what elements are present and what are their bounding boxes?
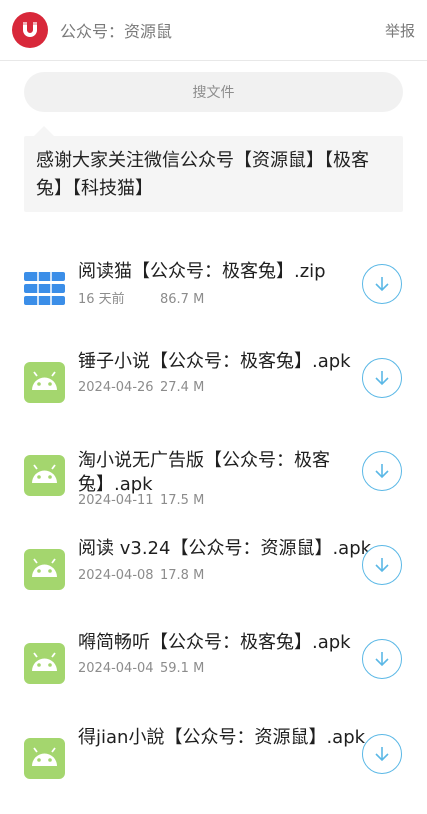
download-arrow-icon xyxy=(375,652,389,667)
file-name[interactable]: 得jian小說【公众号：资源鼠】.apk xyxy=(78,726,378,750)
file-date: 2024-04-04 xyxy=(78,661,154,676)
top-bar: 公众号：资源鼠 举报 xyxy=(0,0,427,61)
download-button[interactable] xyxy=(362,639,402,679)
magnet-logo-icon xyxy=(23,22,37,37)
file-item[interactable]: 淘小说无广告版【公众号：极客兔】.apk 2024-04-11 17.5 M xyxy=(0,449,427,531)
file-size: 86.7 M xyxy=(160,292,205,307)
file-date: 2024-04-08 xyxy=(78,568,154,583)
file-item[interactable]: 阅读猫【公众号：极客兔】.zip 16 天前 86.7 M xyxy=(0,261,427,344)
download-button[interactable] xyxy=(362,451,402,491)
file-name[interactable]: 淘小说无广告版【公众号：极客兔】.apk xyxy=(78,449,360,497)
file-date: 2024-04-11 xyxy=(78,493,154,508)
download-arrow-icon xyxy=(375,747,389,762)
android-icon xyxy=(24,549,65,590)
download-arrow-icon xyxy=(375,371,389,386)
download-arrow-icon xyxy=(375,277,389,292)
download-arrow-icon xyxy=(375,558,389,573)
file-name[interactable]: 阅读猫【公众号：极客兔】.zip xyxy=(78,260,360,284)
file-meta: 2024-04-04 59.1 M xyxy=(78,661,204,676)
download-button[interactable] xyxy=(362,264,402,304)
file-meta: 16 天前 86.7 M xyxy=(78,288,204,307)
file-item[interactable]: 得jian小說【公众号：资源鼠】.apk xyxy=(0,727,427,814)
file-meta: 2024-04-11 17.5 M xyxy=(78,493,204,508)
file-item[interactable]: 嘚简畅听【公众号：极客兔】.apk 2024-04-04 59.1 M xyxy=(0,632,427,719)
file-name[interactable]: 锤子小说【公众号：极客兔】.apk xyxy=(78,350,360,374)
download-button[interactable] xyxy=(362,734,402,774)
notice-message: 感谢大家关注微信公众号【资源鼠】【极客兔】【科技猫】 xyxy=(24,136,403,212)
search-input[interactable]: 搜文件 xyxy=(24,72,403,112)
file-size: 59.1 M xyxy=(160,661,205,676)
file-date: 16 天前 xyxy=(78,292,125,307)
file-date: 2024-04-26 xyxy=(78,380,154,395)
file-meta: 2024-04-08 17.8 M xyxy=(78,568,204,583)
account-name[interactable]: 公众号：资源鼠 xyxy=(60,18,172,42)
report-button[interactable]: 举报 xyxy=(385,20,415,41)
file-item[interactable]: 阅读 v3.24【公众号：资源鼠】.apk 2024-04-08 17.8 M xyxy=(0,538,427,625)
android-icon xyxy=(24,362,65,403)
android-icon xyxy=(24,455,65,496)
notice-pointer xyxy=(34,126,54,136)
file-item[interactable]: 锤子小说【公众号：极客兔】.apk 2024-04-26 27.4 M xyxy=(0,351,427,438)
file-meta: 2024-04-26 27.4 M xyxy=(78,380,204,395)
file-name[interactable]: 嘚简畅听【公众号：极客兔】.apk xyxy=(78,631,360,655)
download-arrow-icon xyxy=(375,464,389,479)
download-button[interactable] xyxy=(362,358,402,398)
download-button[interactable] xyxy=(362,545,402,585)
file-size: 17.5 M xyxy=(160,493,205,508)
file-size: 27.4 M xyxy=(160,380,205,395)
avatar[interactable] xyxy=(12,12,48,48)
archive-icon xyxy=(24,268,65,309)
file-size: 17.8 M xyxy=(160,568,205,583)
file-name[interactable]: 阅读 v3.24【公众号：资源鼠】.apk xyxy=(78,537,378,561)
android-icon xyxy=(24,643,65,684)
